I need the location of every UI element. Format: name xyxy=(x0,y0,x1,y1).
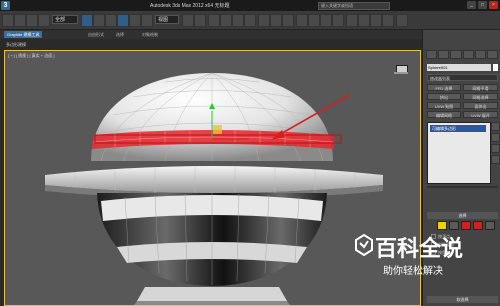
divider xyxy=(427,186,498,188)
ffd-select-button[interactable]: FFD 选择 xyxy=(427,84,461,91)
undo-icon[interactable] xyxy=(2,14,14,27)
minimize-button[interactable]: _ xyxy=(467,1,476,9)
viewcube-icon[interactable] xyxy=(394,65,408,75)
hierarchy-tab-icon[interactable] xyxy=(450,50,462,59)
select-move-icon[interactable] xyxy=(117,14,129,27)
modify-tab-icon[interactable] xyxy=(438,50,450,59)
watermark: 百科全说 助你轻松解决 xyxy=(355,228,487,282)
meshsmooth-button[interactable]: 网格平滑 xyxy=(463,84,498,91)
create-tab-icon[interactable] xyxy=(426,50,438,59)
select-scale-icon[interactable] xyxy=(141,14,153,27)
rect-selection-icon[interactable] xyxy=(105,14,117,27)
select-object-icon[interactable] xyxy=(81,14,93,27)
angle-snap-icon[interactable] xyxy=(220,14,232,27)
object-color-swatch[interactable] xyxy=(493,64,498,71)
bottom-base xyxy=(137,287,287,301)
watermark-title: 百科全说 xyxy=(375,237,464,262)
redo-icon[interactable] xyxy=(14,14,26,27)
show-end-result-icon[interactable] xyxy=(491,133,500,142)
equator-ring-top xyxy=(45,166,383,193)
schematic-view-icon[interactable] xyxy=(332,14,344,27)
unwrap-uvw-button[interactable]: UVW 展开 xyxy=(463,111,498,118)
layer-manager-icon[interactable] xyxy=(296,14,308,27)
app-logo-icon[interactable]: 3 xyxy=(1,1,10,10)
unlink-icon[interactable] xyxy=(38,14,50,27)
curve-editor-icon[interactable] xyxy=(320,14,332,27)
select-by-name-icon[interactable] xyxy=(93,14,105,27)
modifier-stack[interactable]: 可编辑多边形 xyxy=(427,122,491,184)
mesh-select-button[interactable]: 网格选择 xyxy=(463,93,498,100)
display-tab-icon[interactable] xyxy=(474,50,486,59)
tab-freeform[interactable]: 自由形式 xyxy=(88,31,104,38)
pin-stack-icon[interactable] xyxy=(491,122,500,131)
gizmo-plane xyxy=(213,125,222,134)
manipulate-icon[interactable] xyxy=(194,14,206,27)
spinner-snap-icon[interactable] xyxy=(244,14,256,27)
search-input[interactable]: 键入关键字或短语 xyxy=(318,2,390,10)
selection-rollout-header[interactable]: 选择 xyxy=(427,212,498,219)
edit-mesh-button[interactable]: 编辑网格 xyxy=(427,111,461,118)
window-title: Autodesk 3ds Max 2012 x64 无标题 xyxy=(150,3,230,9)
watermark-logo-icon xyxy=(355,234,373,256)
align-icon[interactable] xyxy=(282,14,294,27)
extrude-button[interactable]: 挤出 xyxy=(427,93,461,100)
mirror-icon[interactable] xyxy=(270,14,282,27)
remove-modifier-icon[interactable] xyxy=(491,155,500,164)
select-rotate-icon[interactable] xyxy=(129,14,141,27)
maximize-button[interactable]: □ xyxy=(478,1,487,9)
graphite-toggle-icon[interactable] xyxy=(308,14,320,27)
soft-selection-rollout-header[interactable]: 软选择 xyxy=(427,296,498,303)
modifier-list-dropdown[interactable]: 修改器列表 xyxy=(427,74,498,81)
window-controls: _ □ × xyxy=(467,1,498,9)
tab-object-paint[interactable]: 对象绘制 xyxy=(142,31,158,38)
close-button[interactable]: × xyxy=(489,1,498,9)
command-panel-tabs xyxy=(426,50,499,59)
named-sets-icon[interactable] xyxy=(258,14,270,27)
tab-graphite[interactable]: Graphite 建模工具 xyxy=(4,31,43,38)
tab-selection[interactable]: 选择 xyxy=(116,31,124,38)
watermark-subtitle: 助你轻松解决 xyxy=(383,266,443,277)
motion-tab-icon[interactable] xyxy=(462,50,474,59)
face-extrude-button[interactable]: 面挤出 xyxy=(463,102,498,109)
snap-toggle-icon[interactable] xyxy=(208,14,220,27)
ref-coord-dropdown[interactable]: 视图 xyxy=(155,15,179,24)
title-bar: 3 Autodesk 3ds Max 2012 x64 无标题 键入关键字或短语… xyxy=(0,0,500,11)
percent-snap-icon[interactable] xyxy=(232,14,244,27)
uvw-map-button[interactable]: UVW 贴图 xyxy=(427,102,461,109)
render-icon[interactable] xyxy=(382,14,394,27)
stack-item-editable-poly[interactable]: 可编辑多边形 xyxy=(430,125,486,132)
render-setup-icon[interactable] xyxy=(358,14,370,27)
search-placeholder: 键入关键字或短语 xyxy=(321,3,353,8)
polygon-modeling-label[interactable]: 多边形建模 xyxy=(6,40,26,49)
render-frame-icon[interactable] xyxy=(370,14,382,27)
utilities-tab-icon[interactable] xyxy=(486,50,499,59)
ribbon-tabs: Graphite 建模工具 自由形式 选择 对象绘制 xyxy=(0,30,422,39)
ribbon-subbar: 多边形建模 xyxy=(0,40,422,49)
pivot-icon[interactable] xyxy=(182,14,194,27)
selection-filter-dropdown[interactable]: 全部 xyxy=(52,15,78,24)
stack-side-icons xyxy=(491,122,500,182)
make-unique-icon[interactable] xyxy=(491,144,500,153)
object-name-field[interactable]: Sphere001 xyxy=(427,64,491,71)
teapot-render-icon[interactable] xyxy=(396,14,408,27)
link-icon[interactable] xyxy=(26,14,38,27)
main-toolbar: 全部 视图 xyxy=(0,11,500,30)
bottom-base-edge xyxy=(134,301,290,305)
material-editor-icon[interactable] xyxy=(346,14,358,27)
